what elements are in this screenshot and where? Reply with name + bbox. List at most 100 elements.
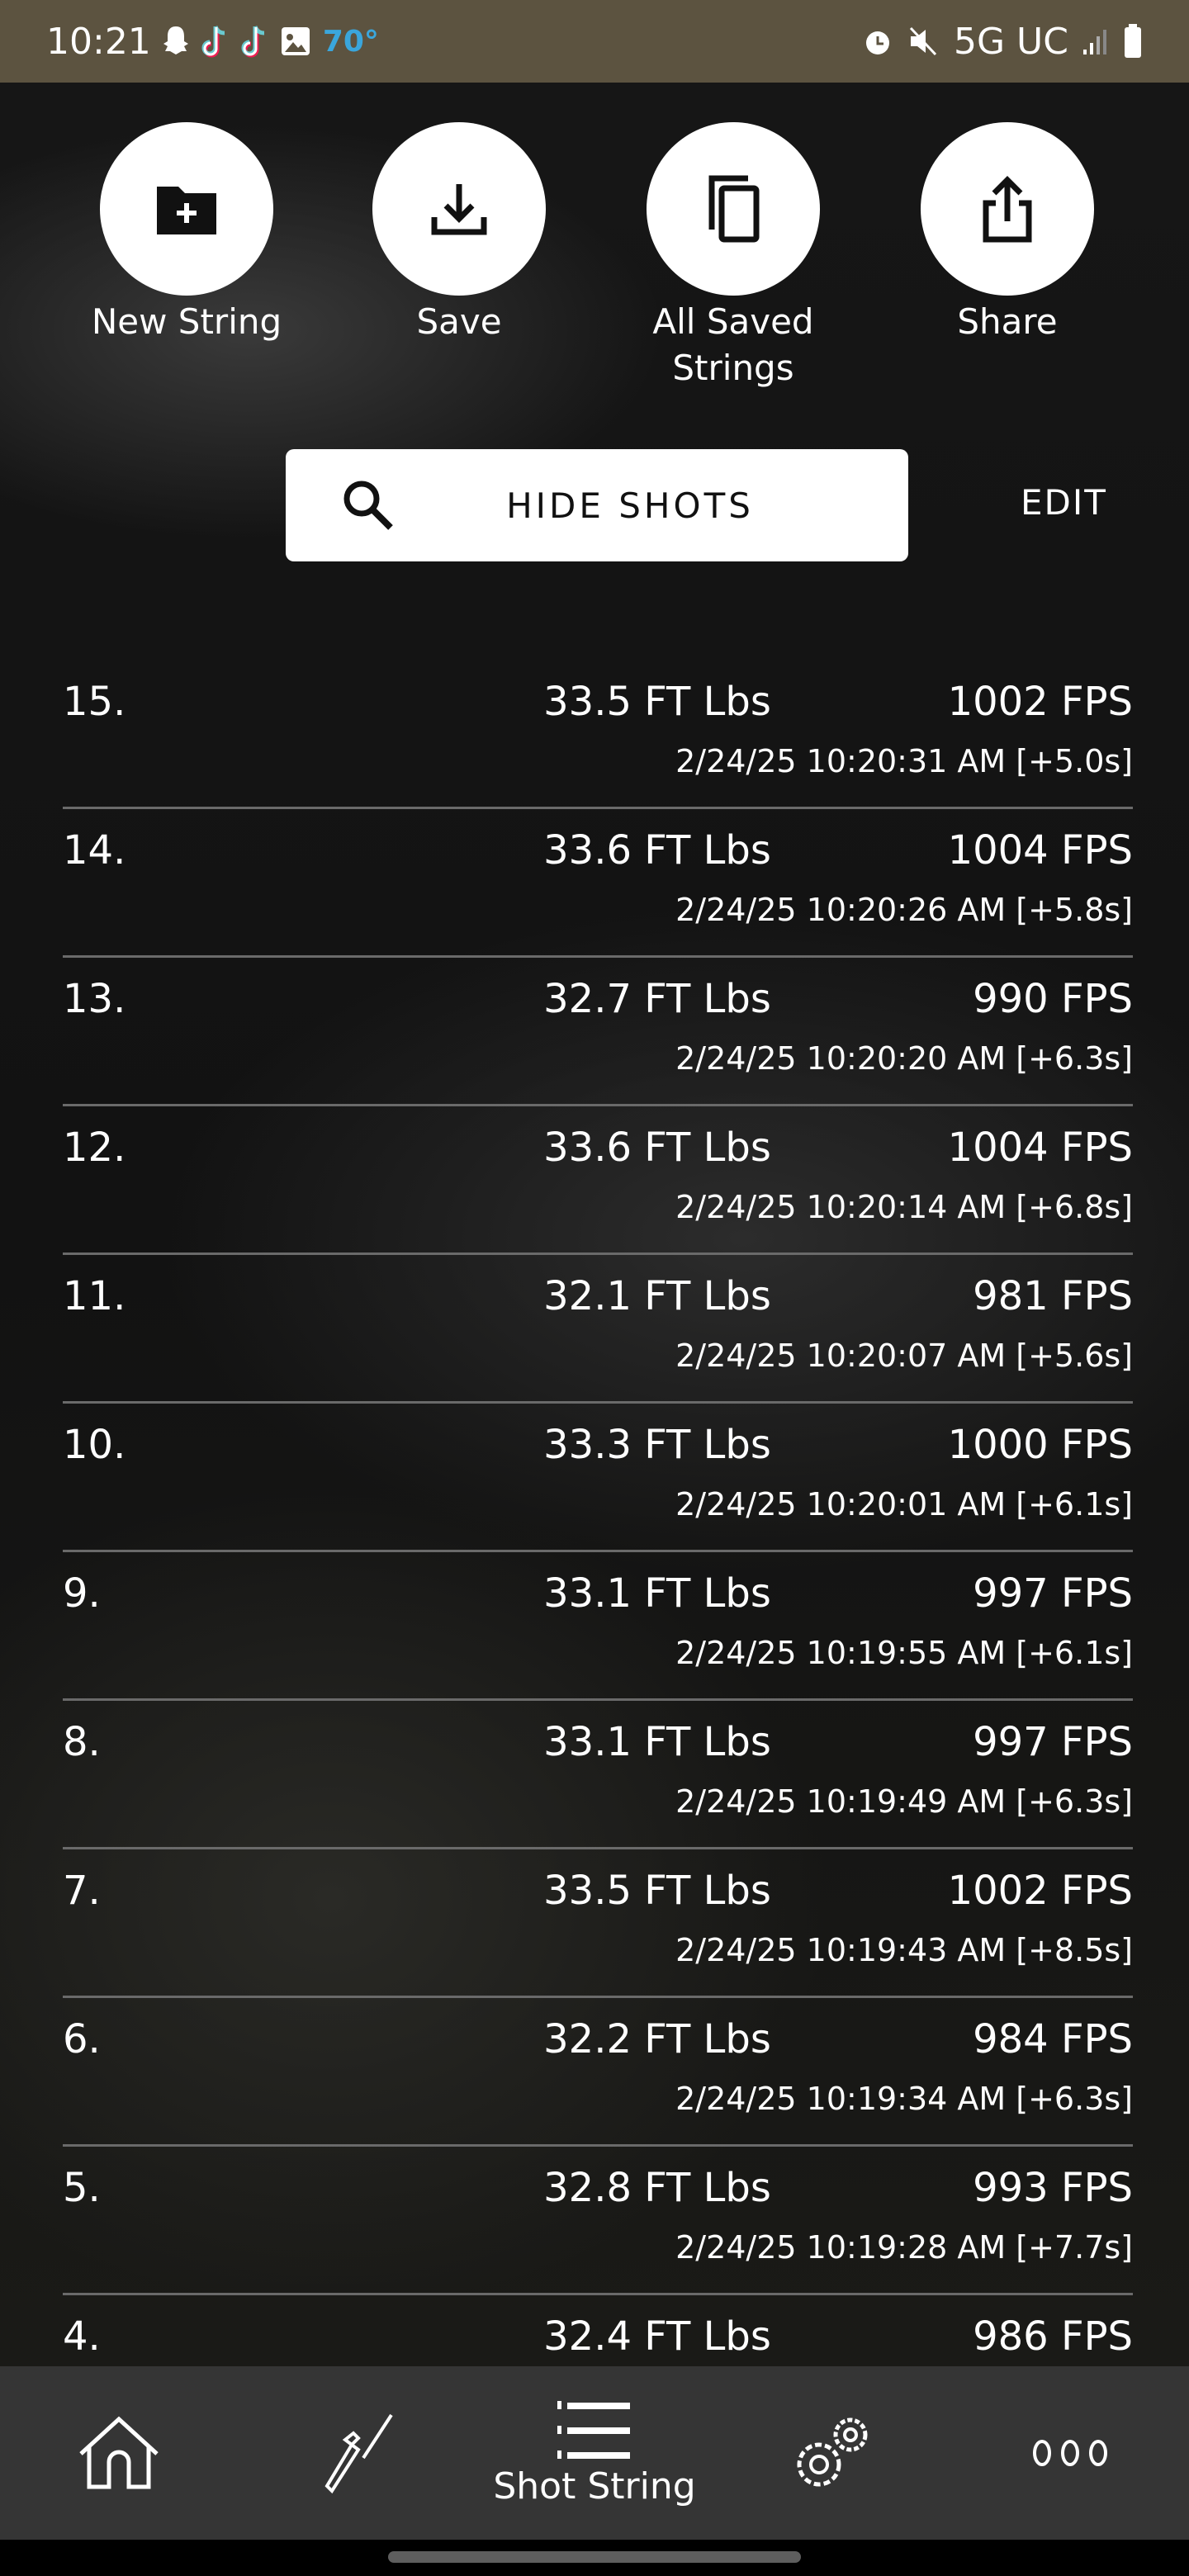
save-label: Save bbox=[416, 301, 502, 342]
shot-timestamp: 2/24/25 10:19:34 AM [+6.3s] bbox=[675, 2081, 1133, 2117]
hide-shots-button[interactable]: HIDE SHOTS bbox=[286, 449, 908, 561]
shot-energy: 33.1 FT Lbs bbox=[543, 1570, 771, 1617]
shot-velocity: 1004 FPS bbox=[947, 1125, 1133, 1171]
nav-home[interactable] bbox=[0, 2366, 238, 2540]
shot-timestamp: 2/24/25 10:19:28 AM [+7.7s] bbox=[675, 2229, 1133, 2266]
all-saved-strings-label: All Saved Strings bbox=[652, 301, 814, 388]
shot-timestamp: 2/24/25 10:20:14 AM [+6.8s] bbox=[675, 1189, 1133, 1225]
shot-energy: 32.4 FT Lbs bbox=[543, 2313, 771, 2360]
tiktok-icon bbox=[241, 26, 264, 58]
shot-velocity: 1004 FPS bbox=[947, 827, 1133, 874]
shot-number: 9. bbox=[63, 1570, 101, 1617]
home-icon bbox=[79, 2416, 159, 2489]
shot-energy: 32.1 FT Lbs bbox=[543, 1273, 771, 1319]
nav-shot-string-label: Shot String bbox=[493, 2465, 696, 2507]
shot-energy: 33.5 FT Lbs bbox=[543, 1868, 771, 1914]
shot-number: 7. bbox=[63, 1868, 101, 1914]
new-string-button[interactable]: New String bbox=[63, 122, 310, 345]
shot-timestamp: 2/24/25 10:20:31 AM [+5.0s] bbox=[675, 743, 1133, 779]
edit-button[interactable]: EDIT bbox=[1021, 482, 1107, 523]
shot-energy: 32.8 FT Lbs bbox=[543, 2165, 771, 2211]
shot-energy: 33.6 FT Lbs bbox=[543, 1125, 771, 1171]
shot-timestamp: 2/24/25 10:20:20 AM [+6.3s] bbox=[675, 1040, 1133, 1077]
shot-row[interactable]: 10. 33.3 FT Lbs 1000 FPS 2/24/25 10:20:01 A… bbox=[63, 1404, 1133, 1552]
home-indicator[interactable] bbox=[388, 2551, 801, 2563]
clock: 10:21 bbox=[46, 20, 151, 63]
shot-velocity: 997 FPS bbox=[973, 1719, 1133, 1765]
shot-velocity: 981 FPS bbox=[973, 1273, 1133, 1319]
more-icon bbox=[1033, 2440, 1107, 2466]
share-icon bbox=[983, 176, 1032, 243]
share-button[interactable]: Share bbox=[883, 122, 1131, 345]
shot-row[interactable]: 7. 33.5 FT Lbs 1002 FPS 2/24/25 10:19:43 AM… bbox=[63, 1849, 1133, 1998]
shot-number: 10. bbox=[63, 1422, 126, 1468]
list-icon bbox=[557, 2400, 630, 2459]
shot-row[interactable]: 8. 33.1 FT Lbs 997 FPS 2/24/25 10:19:49 AM … bbox=[63, 1701, 1133, 1849]
shot-row[interactable]: 4. 32.4 FT Lbs 986 FPS bbox=[63, 2295, 1133, 2366]
shot-velocity: 997 FPS bbox=[973, 1570, 1133, 1617]
shot-energy: 33.5 FT Lbs bbox=[543, 679, 771, 725]
shot-velocity: 993 FPS bbox=[973, 2165, 1133, 2211]
new-string-label: New String bbox=[91, 301, 282, 342]
copy-icon bbox=[708, 175, 760, 243]
shot-energy: 32.2 FT Lbs bbox=[543, 2016, 771, 2062]
shot-list: 15. 33.5 FT Lbs 1002 FPS 2/24/25 10:20:31 A… bbox=[63, 661, 1133, 2366]
new-folder-icon bbox=[157, 187, 216, 234]
shot-timestamp: 2/24/25 10:20:26 AM [+5.8s] bbox=[675, 892, 1133, 928]
shot-velocity: 1002 FPS bbox=[947, 1868, 1133, 1914]
settings-icon bbox=[797, 2417, 868, 2487]
shot-row[interactable]: 11. 32.1 FT Lbs 981 FPS 2/24/25 10:20:07 AM… bbox=[63, 1255, 1133, 1404]
shot-energy: 33.3 FT Lbs bbox=[543, 1422, 771, 1468]
signal-icon bbox=[1083, 30, 1106, 54]
shot-row[interactable]: 9. 33.1 FT Lbs 997 FPS 2/24/25 10:19:55 AM … bbox=[63, 1552, 1133, 1701]
save-button[interactable]: Save bbox=[335, 122, 583, 345]
shot-row[interactable]: 6. 32.2 FT Lbs 984 FPS 2/24/25 10:19:34 AM … bbox=[63, 1998, 1133, 2147]
shot-timestamp: 2/24/25 10:19:55 AM [+6.1s] bbox=[675, 1635, 1133, 1671]
shot-timestamp: 2/24/25 10:20:01 AM [+6.1s] bbox=[675, 1486, 1133, 1522]
shot-number: 5. bbox=[63, 2165, 101, 2211]
shot-number: 8. bbox=[63, 1719, 101, 1765]
shot-number: 12. bbox=[63, 1125, 126, 1171]
shot-velocity: 990 FPS bbox=[973, 976, 1133, 1022]
bottom-nav: Shot String bbox=[0, 2366, 1189, 2540]
download-icon bbox=[431, 184, 487, 235]
nav-settings[interactable] bbox=[713, 2366, 951, 2540]
weather-temperature: 70° bbox=[322, 24, 379, 59]
share-label: Share bbox=[957, 301, 1058, 342]
shot-row[interactable]: 5. 32.8 FT Lbs 993 FPS 2/24/25 10:19:28 AM … bbox=[63, 2147, 1133, 2295]
shot-energy: 33.6 FT Lbs bbox=[543, 827, 771, 874]
mute-icon bbox=[909, 26, 937, 56]
shot-energy: 33.1 FT Lbs bbox=[543, 1719, 771, 1765]
tiktok-icon bbox=[201, 26, 225, 58]
shot-number: 4. bbox=[63, 2313, 101, 2360]
shot-velocity: 986 FPS bbox=[973, 2313, 1133, 2360]
rifle-icon bbox=[324, 2413, 393, 2494]
shot-number: 11. bbox=[63, 1273, 126, 1319]
nav-rifle[interactable] bbox=[238, 2366, 476, 2540]
shot-row[interactable]: 14. 33.6 FT Lbs 1004 FPS 2/24/25 10:20:26 A… bbox=[63, 809, 1133, 958]
shot-timestamp: 2/24/25 10:19:43 AM [+8.5s] bbox=[675, 1932, 1133, 1968]
gallery-icon bbox=[281, 27, 310, 55]
shot-row[interactable]: 13. 32.7 FT Lbs 990 FPS 2/24/25 10:20:20 AM… bbox=[63, 958, 1133, 1106]
shot-velocity: 1000 FPS bbox=[947, 1422, 1133, 1468]
nav-more[interactable] bbox=[951, 2366, 1189, 2540]
all-saved-strings-button[interactable]: All Saved Strings bbox=[609, 122, 857, 391]
shot-row[interactable]: 15. 33.5 FT Lbs 1002 FPS 2/24/25 10:20:31 A… bbox=[63, 661, 1133, 809]
shot-timestamp: 2/24/25 10:19:49 AM [+6.3s] bbox=[675, 1783, 1133, 1820]
shot-number: 13. bbox=[63, 976, 126, 1022]
shot-number: 6. bbox=[63, 2016, 101, 2062]
battery-icon bbox=[1125, 24, 1141, 58]
shot-number: 15. bbox=[63, 679, 126, 725]
hide-shots-label: HIDE SHOTS bbox=[506, 485, 754, 526]
shot-velocity: 984 FPS bbox=[973, 2016, 1133, 2062]
shot-number: 14. bbox=[63, 827, 126, 874]
snapchat-icon bbox=[163, 26, 188, 54]
shot-timestamp: 2/24/25 10:20:07 AM [+5.6s] bbox=[675, 1338, 1133, 1374]
search-icon bbox=[343, 481, 393, 530]
shot-row[interactable]: 12. 33.6 FT Lbs 1004 FPS 2/24/25 10:20:14 A… bbox=[63, 1106, 1133, 1255]
shot-velocity: 1002 FPS bbox=[947, 679, 1133, 725]
network-type: 5G UC bbox=[953, 20, 1068, 63]
alarm-icon bbox=[865, 31, 889, 54]
nav-shot-string[interactable]: Shot String bbox=[476, 2366, 713, 2540]
shot-energy: 32.7 FT Lbs bbox=[543, 976, 771, 1022]
